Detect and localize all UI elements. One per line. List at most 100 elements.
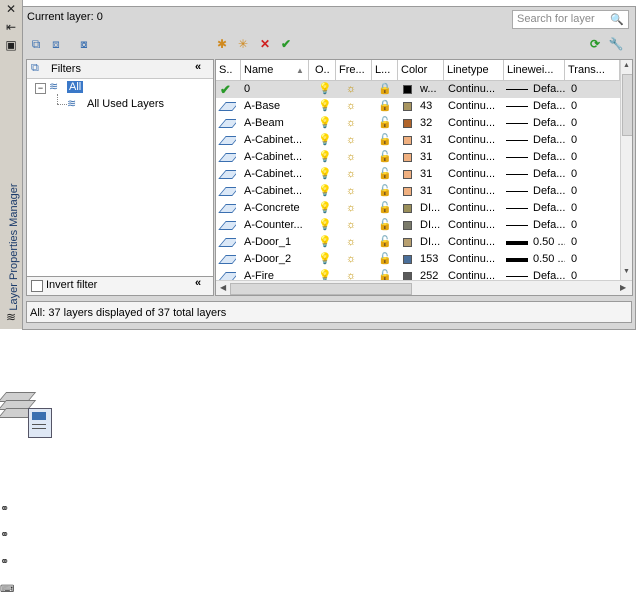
color-swatch[interactable] xyxy=(403,85,412,94)
tree-collapse-icon[interactable]: − xyxy=(35,83,46,94)
column-linetype[interactable]: Linetype xyxy=(444,60,504,80)
layer-name[interactable]: A-Cabinet... xyxy=(244,149,308,166)
layer-row[interactable]: A-Concrete 💡 ☼ 🔓 DI... Continu... Defa... 0 xyxy=(216,200,620,217)
sun-freeze-icon[interactable]: ☼ xyxy=(346,200,356,217)
tree-item-all-used-layers[interactable]: All Used Layers xyxy=(87,98,164,110)
lineweight[interactable]: Defa... xyxy=(533,200,565,217)
horizontal-scroll-thumb[interactable] xyxy=(230,283,412,295)
scroll-down-icon[interactable]: ▼ xyxy=(623,268,630,275)
column-freeze[interactable]: Fre... xyxy=(336,60,372,80)
transparency[interactable]: 0 xyxy=(571,200,577,217)
column-lineweight[interactable]: Linewei... xyxy=(504,60,565,80)
layer-row[interactable]: A-Cabinet... 💡 ☼ 🔓 31 Continu... Defa... 0 xyxy=(216,132,620,149)
linetype[interactable]: Continu... xyxy=(448,217,502,234)
lock-icon[interactable]: 🔒 xyxy=(378,81,392,98)
current-layer-check-icon[interactable]: ✔ xyxy=(220,81,231,98)
color-label[interactable]: 32 xyxy=(420,115,442,132)
layer-row[interactable]: A-Door_2 💡 ☼ 🔓 153 Continu... 0.50 ... 0 xyxy=(216,251,620,268)
column-lock[interactable]: L... xyxy=(372,60,398,80)
lightbulb-icon[interactable]: 💡 xyxy=(318,234,332,251)
horizontal-scrollbar[interactable]: ◀ ▶ xyxy=(216,280,632,295)
color-label[interactable]: 31 xyxy=(420,149,442,166)
sun-freeze-icon[interactable]: ☼ xyxy=(346,132,356,149)
lock-icon[interactable]: 🔒 xyxy=(378,98,392,115)
lightbulb-icon[interactable]: 💡 xyxy=(318,149,332,166)
color-label[interactable]: DI... xyxy=(420,234,442,251)
layer-status-icon[interactable] xyxy=(216,115,236,132)
sun-freeze-icon[interactable]: ☼ xyxy=(346,149,356,166)
layer-row[interactable]: A-Counter... 💡 ☼ 🔓 DI... Continu... Defa... 0 xyxy=(216,217,620,234)
lightbulb-icon[interactable]: 💡 xyxy=(318,166,332,183)
linetype[interactable]: Continu... xyxy=(448,115,502,132)
sun-freeze-icon[interactable]: ☼ xyxy=(346,251,356,268)
search-input[interactable]: Search for layer 🔍 xyxy=(512,10,629,29)
lineweight[interactable]: Defa... xyxy=(533,183,565,200)
linetype[interactable]: Continu... xyxy=(448,149,502,166)
vertical-scroll-thumb[interactable] xyxy=(622,74,632,136)
layer-name[interactable]: A-Beam xyxy=(244,115,308,132)
color-swatch[interactable] xyxy=(403,153,412,162)
lineweight[interactable]: Defa... xyxy=(533,217,565,234)
lineweight[interactable]: Defa... xyxy=(533,132,565,149)
color-swatch[interactable] xyxy=(403,119,412,128)
layer-name[interactable]: 0 xyxy=(244,81,308,98)
color-swatch[interactable] xyxy=(403,238,412,247)
lightbulb-icon[interactable]: 💡 xyxy=(318,217,332,234)
layer-status-icon[interactable] xyxy=(216,200,236,217)
scroll-left-icon[interactable]: ◀ xyxy=(220,283,226,292)
unlock-icon[interactable]: 🔓 xyxy=(378,149,392,166)
settings-wrench-icon[interactable]: 🔧 xyxy=(607,36,625,52)
color-label[interactable]: 153 xyxy=(420,251,442,268)
sun-freeze-icon[interactable]: ☼ xyxy=(346,98,356,115)
color-swatch[interactable] xyxy=(403,102,412,111)
unlock-icon[interactable]: 🔓 xyxy=(378,217,392,234)
layer-status-icon[interactable] xyxy=(216,98,236,115)
lightbulb-icon[interactable]: 💡 xyxy=(318,251,332,268)
color-swatch[interactable] xyxy=(403,136,412,145)
close-icon[interactable]: ✕ xyxy=(3,2,19,16)
lightbulb-icon[interactable]: 💡 xyxy=(318,81,332,98)
new-layer-icon[interactable]: ✱ xyxy=(213,36,231,52)
lineweight[interactable]: Defa... xyxy=(533,149,565,166)
color-label[interactable]: 31 xyxy=(420,132,442,149)
layer-name[interactable]: A-Cabinet... xyxy=(244,132,308,149)
layer-name[interactable]: A-Door_2 xyxy=(244,251,308,268)
column-status[interactable]: S.. xyxy=(216,60,241,80)
color-label[interactable]: DI... xyxy=(420,217,442,234)
properties-icon[interactable]: ▣ xyxy=(3,38,19,52)
new-property-filter-icon[interactable]: ⧉ xyxy=(27,36,45,52)
new-group-filter-icon[interactable]: ⧈ xyxy=(47,36,65,52)
vertical-scrollbar[interactable]: ▲ ▼ xyxy=(620,60,632,280)
transparency[interactable]: 0 xyxy=(571,81,577,98)
collapse-filters-icon-bottom[interactable]: « xyxy=(195,277,201,289)
new-layer-vp-frozen-icon[interactable]: ✳ xyxy=(234,36,252,52)
transparency[interactable]: 0 xyxy=(571,251,577,268)
lineweight[interactable]: Defa... xyxy=(533,115,565,132)
tree-item-all[interactable]: All xyxy=(67,81,84,93)
linetype[interactable]: Continu... xyxy=(448,200,502,217)
column-on[interactable]: O.. xyxy=(312,60,336,80)
linetype[interactable]: Continu... xyxy=(448,251,502,268)
sun-freeze-icon[interactable]: ☼ xyxy=(346,81,356,98)
transparency[interactable]: 0 xyxy=(571,217,577,234)
lightbulb-icon[interactable]: 💡 xyxy=(318,132,332,149)
refresh-icon[interactable]: ⟳ xyxy=(586,36,604,52)
lightbulb-icon[interactable]: 💡 xyxy=(318,115,332,132)
transparency[interactable]: 0 xyxy=(571,115,577,132)
unlock-icon[interactable]: 🔓 xyxy=(378,115,392,132)
lightbulb-icon[interactable]: 💡 xyxy=(318,98,332,115)
layer-name[interactable]: A-Cabinet... xyxy=(244,166,308,183)
sun-freeze-icon[interactable]: ☼ xyxy=(346,217,356,234)
autohide-icon[interactable]: ⇤ xyxy=(3,20,19,34)
layer-row[interactable]: A-Cabinet... 💡 ☼ 🔓 31 Continu... Defa... 0 xyxy=(216,183,620,200)
layer-status-icon[interactable] xyxy=(216,166,236,183)
color-label[interactable]: DI... xyxy=(420,200,442,217)
collapse-filters-icon[interactable]: « xyxy=(195,61,201,73)
layer-status-icon[interactable] xyxy=(216,217,236,234)
transparency[interactable]: 0 xyxy=(571,183,577,200)
layer-name[interactable]: A-Door_1 xyxy=(244,234,308,251)
lineweight[interactable]: Defa... xyxy=(533,166,565,183)
transparency[interactable]: 0 xyxy=(571,132,577,149)
layer-row[interactable]: A-Cabinet... 💡 ☼ 🔓 31 Continu... Defa... 0 xyxy=(216,166,620,183)
layer-status-icon[interactable] xyxy=(216,183,236,200)
